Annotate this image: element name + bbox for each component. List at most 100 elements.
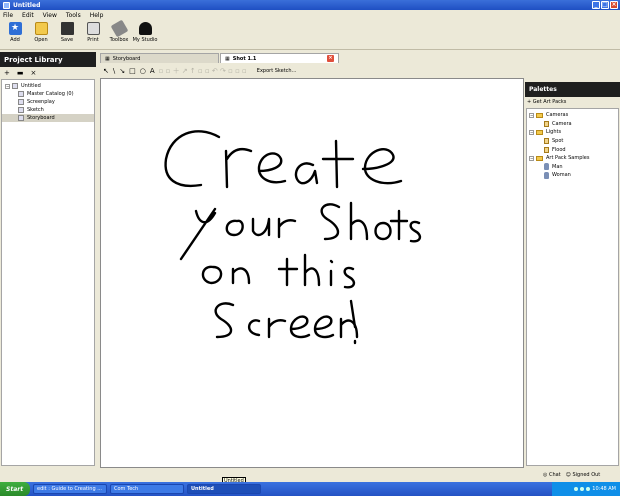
palette-item-label: Lights [546,129,562,136]
menu-edit[interactable]: Edit [22,12,34,19]
project-library-title: Project Library [4,55,63,64]
tree-item-label: Screenplay [27,99,55,105]
studio-label: My Studio [132,37,158,43]
palette-item-label: Art Pack Samples [546,155,590,162]
menu-view[interactable]: View [43,12,57,19]
taskbar-item-guide[interactable]: edit : Guide to Creating ... [33,484,107,494]
chat-button[interactable]: ◎ Chat [543,472,561,478]
add-item-button[interactable]: + [4,69,10,77]
export-sketch-button[interactable]: Export Sketch... [257,68,297,74]
palette-item-woman[interactable]: Woman [527,171,618,180]
palette-folder-lights[interactable]: − Lights [527,128,618,137]
get-art-packs-link[interactable]: + Get Art Packs [527,99,566,105]
sketch-icon [18,107,24,113]
palette-item-man[interactable]: Man [527,163,618,172]
folder-icon [536,129,543,135]
start-button[interactable]: Start [0,482,30,496]
save-label: Save [60,37,74,43]
project-icon [12,83,18,89]
tab-shot-1-1[interactable]: ▦ Shot 1.1 × [220,53,339,63]
new-folder-button[interactable]: ▬ [17,69,24,77]
tab-storyboard[interactable]: ▦ Storyboard [100,53,219,63]
rectangle-tool-icon[interactable]: □ [129,67,136,75]
open-button[interactable]: Open [29,20,53,43]
palettes-header: Palettes [525,82,620,97]
print-button[interactable]: Print [81,20,105,43]
palette-folder-art-pack-samples[interactable]: − Art Pack Samples [527,154,618,163]
palette-item-flood[interactable]: Flood [527,145,618,154]
handwriting-drawing [164,130,422,345]
project-library-tools: + ▬ × [0,67,96,78]
menu-file[interactable]: File [3,12,13,19]
maximize-button[interactable]: □ [601,1,609,9]
spot-light-icon [544,138,549,145]
tree-item-untitled[interactable]: − Untitled [2,82,94,90]
sketch-toolbar: ↖ \ ↘ □ ○ A ▫ ▫ ＋ ↗ ↑ ▫ ▫ ↶ ↷ ▫ ▫ ▫ Expo… [100,64,520,77]
palette-item-label: Spot [552,138,564,145]
tree-item-sketch[interactable]: Sketch [2,106,94,114]
line-tool-icon[interactable]: \ [113,67,115,75]
tree-item-master-catalog[interactable]: Master Catalog (0) [2,90,94,98]
status-line: ◎ Chat ☺ Signed Out [525,469,620,481]
taskbar: Start edit : Guide to Creating ... Com T… [0,482,620,496]
palette-item-label: Flood [552,146,566,153]
sketch-canvas[interactable] [100,78,524,468]
tray-icon[interactable] [580,487,585,491]
folder-icon [536,155,543,161]
palette-item-spot[interactable]: Spot [527,137,618,146]
get-art-packs-label: Get Art Packs [532,99,567,105]
select-tool-icon[interactable]: ↖ [103,67,109,75]
ellipse-tool-icon[interactable]: ○ [140,67,146,75]
collapse-toggle-icon[interactable]: − [529,129,534,135]
tree-item-label: Master Catalog (0) [27,91,74,97]
document-tabs: ▦ Storyboard ▦ Shot 1.1 × [100,52,620,63]
save-icon [60,22,74,35]
text-tool-icon[interactable]: A [150,67,155,75]
signed-out-label: Signed Out [572,472,601,478]
collapse-toggle-icon[interactable]: − [5,83,10,89]
man-icon [544,163,549,171]
tab-label: Storyboard [112,55,141,62]
toolbox-button[interactable]: Toolbox [107,19,131,43]
my-studio-button[interactable]: My Studio [133,20,157,43]
palette-item-label: Camera [552,120,572,127]
main-toolbar: ★ Add Open Save Print Toolbox My Studio [0,19,620,50]
palette-item-label: Woman [552,172,571,179]
close-tab-icon[interactable]: × [327,55,334,62]
add-button[interactable]: ★ Add [3,20,27,43]
studio-icon [138,22,152,35]
palette-item-camera[interactable]: Camera [527,120,618,129]
menu-tools[interactable]: Tools [66,12,81,19]
task-label: Untitled [191,486,214,492]
taskbar-item-com-tech[interactable]: Com Tech [110,484,184,494]
taskbar-item-untitled[interactable]: Untitled [187,484,261,494]
collapse-toggle-icon[interactable]: − [529,155,534,161]
task-label: edit : Guide to Creating ... [37,486,102,492]
collapse-toggle-icon[interactable]: − [529,112,534,118]
arrow-tool-icon[interactable]: ↘ [119,67,125,75]
add-label: Add [10,37,20,43]
tray-icon[interactable] [586,487,591,491]
tree-item-label: Sketch [27,107,44,113]
menu-help[interactable]: Help [90,12,104,19]
palette-folder-cameras[interactable]: − Cameras [527,111,618,120]
toolbox-label: Toolbox [109,37,129,43]
palettes-title: Palettes [529,86,557,93]
tray-icon[interactable] [574,487,579,491]
clock: 10:48 AM [592,486,616,492]
tree-item-storyboard[interactable]: Storyboard [2,114,94,122]
shot-tab-icon: ▦ [225,55,230,62]
save-button[interactable]: Save [55,20,79,43]
delete-item-button[interactable]: × [31,69,37,77]
minimize-button[interactable]: _ [592,1,600,9]
window-title: Untitled [13,1,41,9]
tree-item-label: Untitled [21,83,41,89]
disabled-tools-icon: ▫ ▫ ＋ ↗ ↑ ▫ ▫ ↶ ↷ ▫ ▫ ▫ [158,66,247,75]
menu-bar: File Edit View Tools Help [0,10,620,20]
system-tray: 10:48 AM [552,482,620,496]
tab-label: Shot 1.1 [232,55,257,62]
tree-item-screenplay[interactable]: Screenplay [2,98,94,106]
signed-out-status[interactable]: ☺ Signed Out [566,472,601,478]
close-button[interactable]: × [610,1,618,9]
app-window: Untitled _ □ × File Edit View Tools Help… [0,0,620,496]
